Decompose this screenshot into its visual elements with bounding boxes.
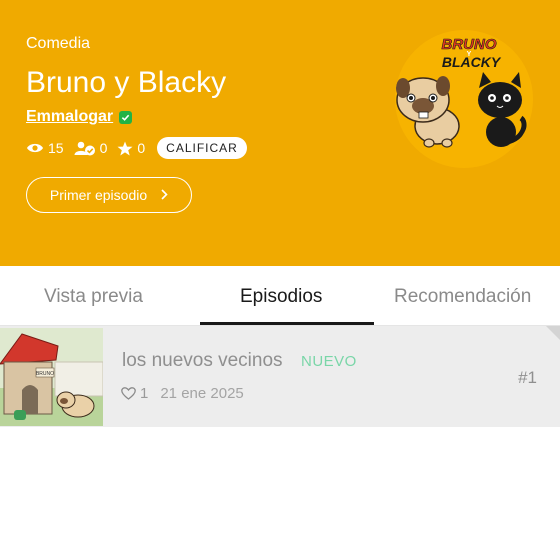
episode-date: 21 ene 2025 bbox=[160, 385, 244, 402]
episode-title: los nuevos vecinos bbox=[122, 350, 283, 371]
series-title: Bruno y Blacky bbox=[26, 66, 227, 99]
heart-icon bbox=[121, 387, 136, 400]
rating-count: 0 bbox=[137, 140, 146, 156]
likes: 1 bbox=[121, 385, 148, 402]
episode-list-item[interactable]: BRUNO los nuevos vecinos NUEVO 1 21 ene … bbox=[0, 326, 560, 427]
new-badge: NUEVO bbox=[301, 353, 357, 370]
active-tab-indicator bbox=[200, 322, 374, 325]
views-count: 15 bbox=[48, 140, 64, 156]
tab-bar: Vista previa Episodios Recomendación bbox=[0, 266, 560, 326]
tab-preview[interactable]: Vista previa bbox=[44, 286, 143, 308]
likes-count: 1 bbox=[140, 385, 149, 402]
stats-row: 15 0 0 CALIFICAR bbox=[26, 137, 247, 159]
series-header: Comedia Bruno y Blacky Emmalogar 15 0 0 … bbox=[0, 0, 560, 266]
episode-thumbnail: BRUNO bbox=[0, 328, 103, 426]
star-icon bbox=[117, 141, 133, 155]
views-stat: 15 bbox=[26, 140, 64, 156]
genre-label: Comedia bbox=[26, 35, 91, 52]
author-link[interactable]: Emmalogar bbox=[26, 108, 113, 126]
rate-button[interactable]: CALIFICAR bbox=[157, 137, 247, 159]
corner-fold bbox=[546, 326, 560, 340]
series-cover-image: BRUNO Y BLACKY bbox=[395, 30, 533, 168]
episode-number: #1 bbox=[518, 368, 537, 387]
author-row: Emmalogar bbox=[26, 108, 133, 126]
rating-stat: 0 bbox=[117, 140, 145, 156]
first-episode-label: Primer episodio bbox=[49, 187, 148, 203]
tab-episodes[interactable]: Episodios bbox=[240, 286, 322, 308]
cover-logo-bottom: BLACKY bbox=[442, 54, 502, 70]
chevron-right-icon bbox=[161, 187, 168, 203]
tab-recommendation[interactable]: Recomendación bbox=[394, 286, 531, 308]
first-episode-button[interactable]: Primer episodio bbox=[26, 177, 192, 213]
subscribers-count: 0 bbox=[99, 140, 108, 156]
subscribers-stat: 0 bbox=[74, 140, 108, 156]
episode-meta: 1 21 ene 2025 bbox=[121, 385, 244, 402]
subscribers-icon bbox=[74, 141, 95, 155]
verified-icon bbox=[119, 110, 133, 124]
thumbnail-sign: BRUNO bbox=[36, 371, 54, 377]
eye-icon bbox=[27, 143, 43, 153]
